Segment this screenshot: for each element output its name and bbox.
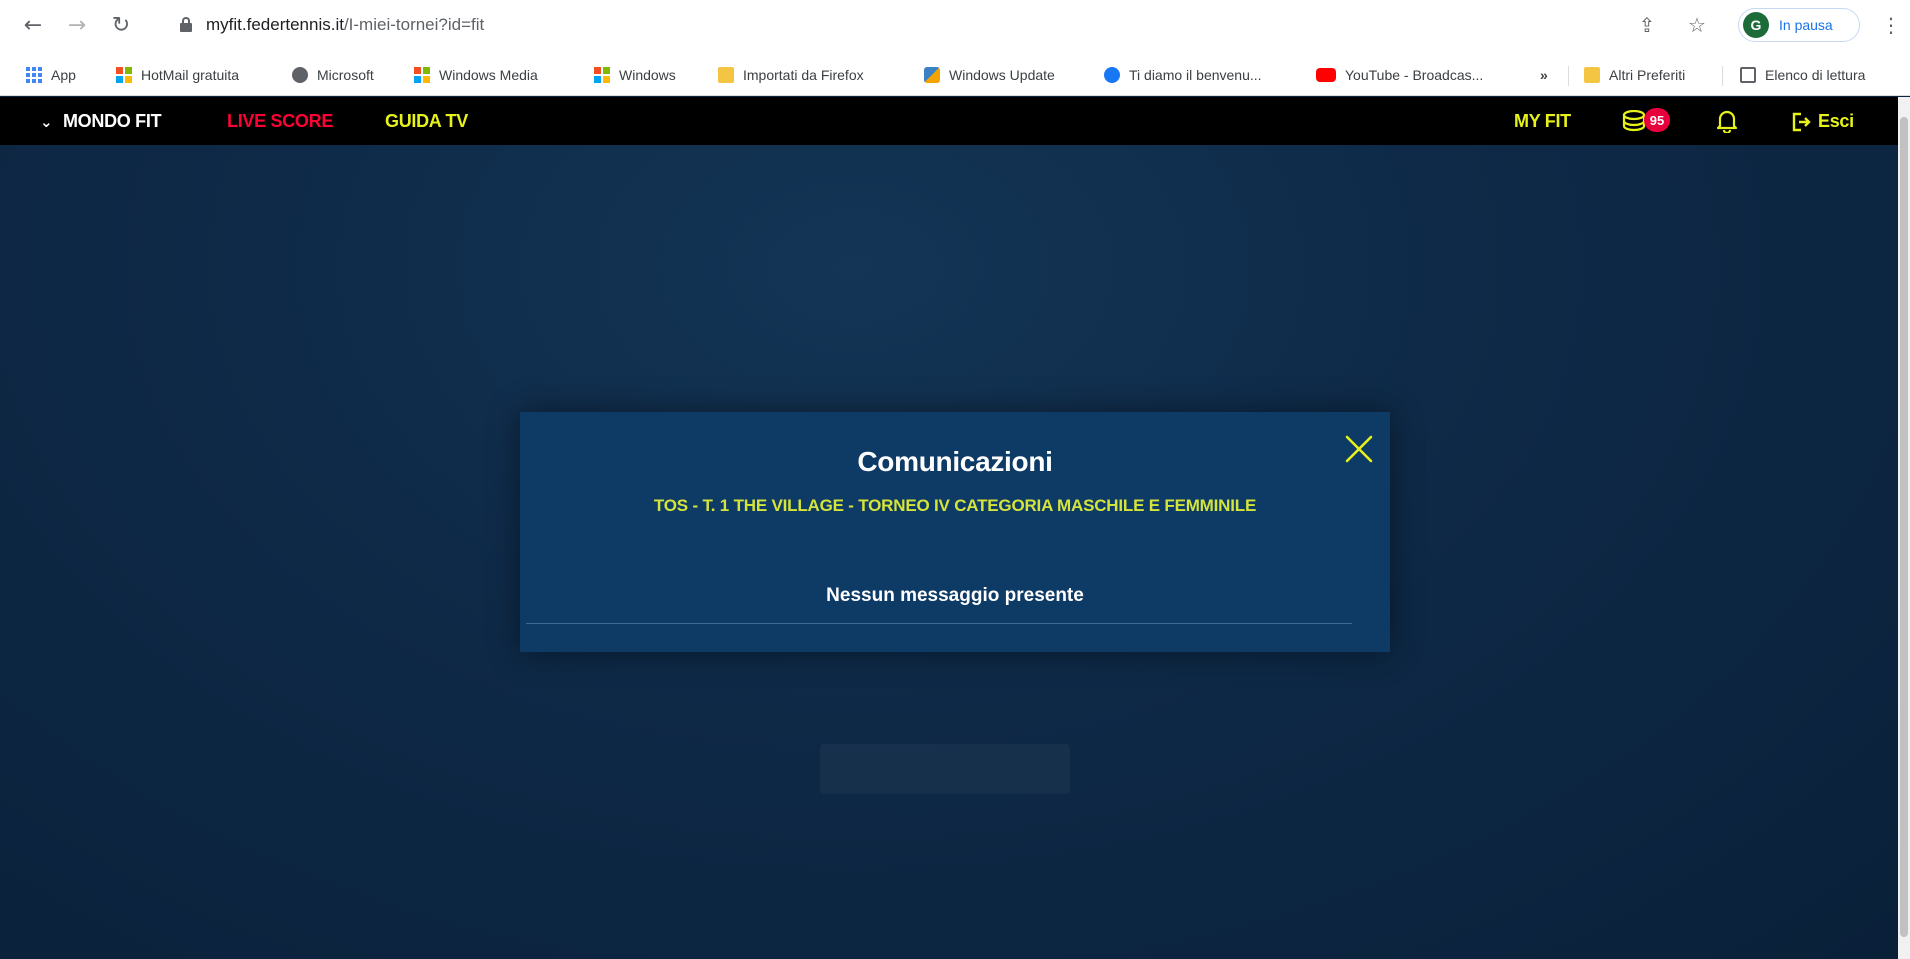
bookmark-windows-update[interactable]: Windows Update [924,64,1055,86]
url-text[interactable]: myfit.federtennis.it/I-miei-tornei?id=fi… [206,15,484,35]
browser-toolbar: ← → ↻ myfit.federtennis.it/I-miei-tornei… [0,0,1910,52]
bookmark-star-icon[interactable]: ☆ [1684,12,1710,38]
profile-button[interactable]: G In pausa [1738,8,1860,42]
globe-icon [292,67,308,83]
apps-grid-icon [26,67,42,83]
avatar: G [1743,12,1769,38]
bookmark-microsoft[interactable]: Microsoft [292,64,374,86]
folder-icon [718,67,734,83]
youtube-icon [1316,68,1336,82]
bookmark-apps[interactable]: App [26,64,76,86]
bookmark-hotmail[interactable]: HotMail gratuita [116,64,239,86]
back-arrow-icon[interactable]: ← [18,10,48,40]
share-icon[interactable]: ⇪ [1634,12,1660,38]
windows-update-icon [924,67,940,83]
bookmark-other-favorites[interactable]: Altri Preferiti [1584,64,1685,86]
bookmarks-separator [1722,66,1723,86]
bookmarks-separator [1568,66,1569,86]
coins-badge: 95 [1644,108,1670,132]
double-chevron-down-icon: ⌄ [40,113,53,131]
scrollbar[interactable] [1898,97,1910,959]
empty-message: Nessun messaggio presente [826,585,1084,606]
profile-status: In pausa [1779,17,1833,33]
folder-icon [1584,67,1600,83]
bell-icon[interactable] [1716,109,1738,133]
my-fit-link[interactable]: MY FIT [1514,111,1571,132]
bookmarks-overflow[interactable]: » [1540,64,1548,86]
mondo-fit-menu[interactable]: ⌄ MONDO FIT [40,111,162,132]
bookmarks-bar: App HotMail gratuita Microsoft Windows M… [0,52,1910,96]
bookmark-youtube[interactable]: YouTube - Broadcas... [1316,64,1483,86]
lock-icon[interactable] [180,17,192,32]
divider [526,623,1352,624]
facebook-icon [1104,67,1120,83]
modal-title: Comunicazioni [857,446,1053,477]
windows-logo-icon [116,67,132,83]
tournament-name: TOS - T. 1 THE VILLAGE - TORNEO IV CATEG… [653,496,1257,515]
reload-icon[interactable]: ↻ [106,10,136,40]
scrollbar-thumb[interactable] [1900,117,1908,937]
bookmark-facebook[interactable]: Ti diamo il benvenu... [1104,64,1262,86]
address-bar[interactable]: myfit.federtennis.it/I-miei-tornei?id=fi… [162,6,1602,44]
forward-arrow-icon[interactable]: → [62,10,92,40]
logout-icon [1792,112,1811,132]
communications-modal: Comunicazioni TOS - T. 1 THE VILLAGE - T… [520,412,1390,652]
bookmark-windows[interactable]: Windows [594,64,676,86]
site-header: ⌄ MONDO FIT LIVE SCORE GUIDA TV MY FIT 9… [0,97,1898,145]
windows-logo-icon [594,67,610,83]
reading-list[interactable]: Elenco di lettura [1740,64,1865,86]
reading-list-icon [1740,67,1756,83]
windows-logo-icon [414,67,430,83]
menu-dots-icon[interactable]: ⋮ [1878,12,1904,38]
live-score-link[interactable]: LIVE SCORE [227,111,333,132]
logout-button[interactable]: Esci [1792,111,1854,132]
bookmark-firefox-folder[interactable]: Importati da Firefox [718,64,864,86]
guida-tv-link[interactable]: GUIDA TV [385,111,468,132]
background-button [820,744,1070,794]
bookmark-windows-media[interactable]: Windows Media [414,64,538,86]
